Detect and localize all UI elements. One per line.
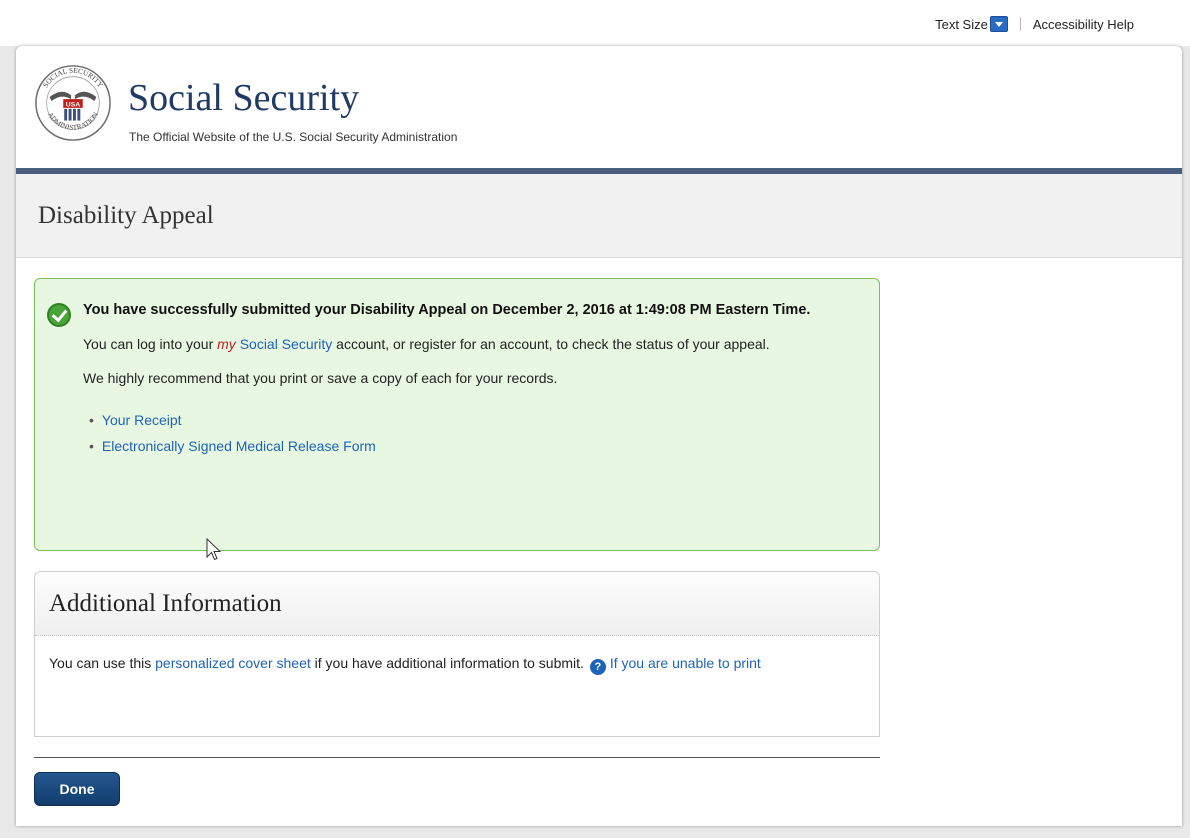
my-word: my xyxy=(217,336,236,352)
success-alert: You have successfully submitted your Dis… xyxy=(34,278,880,551)
done-button[interactable]: Done xyxy=(34,772,120,806)
chevron-down-icon[interactable] xyxy=(989,16,1008,32)
document-list: Your Receipt Electronically Signed Medic… xyxy=(83,407,859,459)
social-security-link-text: Social Security xyxy=(235,336,333,352)
cover-sheet-text-post: if you have additional information to su… xyxy=(310,655,588,671)
additional-information-body: You can use this personalized cover shee… xyxy=(35,636,879,736)
utility-separator xyxy=(1019,17,1021,31)
success-message: You have successfully submitted your Dis… xyxy=(83,302,811,318)
utility-links: Text Size Accessibility Help xyxy=(935,16,1134,32)
accessibility-help-link[interactable]: Accessibility Help xyxy=(1033,17,1134,32)
site-title[interactable]: Social Security xyxy=(128,76,359,120)
site-header: SOCIAL SECURITY ADMINISTRATION USA Socia… xyxy=(16,46,1182,174)
login-text-pre: You can log into your xyxy=(83,336,218,352)
unable-to-print-link[interactable]: If you are unable to print xyxy=(610,655,761,671)
list-item: Your Receipt xyxy=(89,407,859,433)
personalized-cover-sheet-link[interactable]: personalized cover sheet xyxy=(155,655,311,671)
text-size-label: Text Size xyxy=(935,16,988,32)
additional-information-title: Additional Information xyxy=(49,589,282,617)
ssa-seal-logo[interactable]: SOCIAL SECURITY ADMINISTRATION USA xyxy=(34,64,112,142)
medical-release-form-link[interactable]: Electronically Signed Medical Release Fo… xyxy=(102,438,376,454)
page-title: Disability Appeal xyxy=(38,201,214,229)
mouse-pointer-icon xyxy=(206,538,222,561)
utility-bar: Text Size Accessibility Help xyxy=(0,0,1190,46)
your-receipt-link[interactable]: Your Receipt xyxy=(102,412,182,428)
logo-usa: USA xyxy=(66,101,80,108)
login-paragraph: You can log into your my Social Security… xyxy=(83,333,859,355)
additional-information-header: Additional Information xyxy=(35,572,879,636)
help-icon[interactable]: ? xyxy=(589,659,606,675)
site-subtitle: The Official Website of the U.S. Social … xyxy=(129,130,458,144)
text-size-control[interactable]: Text Size xyxy=(935,16,1008,32)
cover-sheet-text-pre: You can use this xyxy=(49,655,156,671)
login-text-post: account, or register for an account, to … xyxy=(332,336,770,352)
my-social-security-link[interactable]: my Social Security xyxy=(217,336,332,352)
additional-information-panel: Additional Information You can use this … xyxy=(34,571,880,737)
list-item: Electronically Signed Medical Release Fo… xyxy=(89,433,859,459)
divider xyxy=(34,757,880,758)
recommend-text: We highly recommend that you print or sa… xyxy=(83,370,558,386)
main-content: You have successfully submitted your Dis… xyxy=(16,258,1182,806)
page-heading-band: Disability Appeal xyxy=(16,174,1182,258)
checkmark-icon xyxy=(47,303,71,327)
page-card: SOCIAL SECURITY ADMINISTRATION USA Socia… xyxy=(16,46,1182,826)
